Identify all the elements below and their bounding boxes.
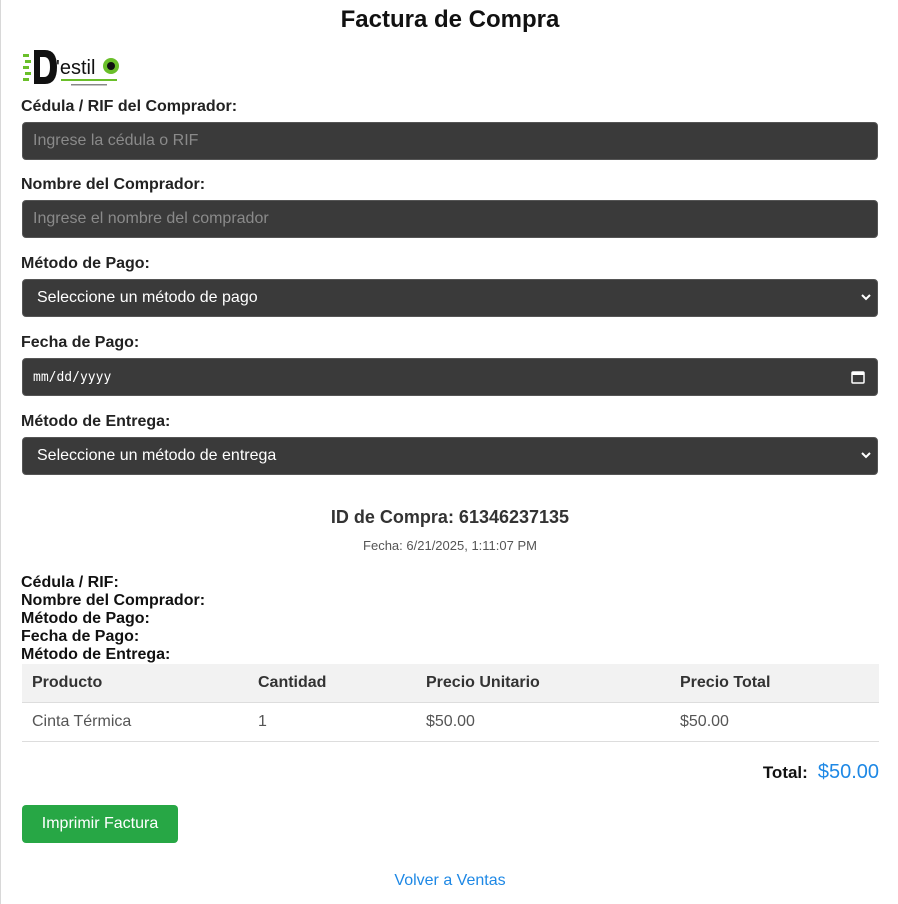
cedula-label: Cédula / RIF del Comprador:: [21, 98, 238, 115]
table-header-row: Producto Cantidad Precio Unitario Precio…: [22, 664, 879, 703]
metodo-pago-label: Método de Pago:: [21, 255, 150, 272]
summary-fecha-pago: Fecha de Pago:: [21, 628, 140, 645]
summary-metodo-entrega: Método de Entrega:: [21, 646, 171, 663]
print-invoice-button[interactable]: Imprimir Factura: [22, 805, 178, 843]
table-row: Cinta Térmica 1 $50.00 $50.00: [22, 702, 879, 742]
nombre-placeholder: Ingrese el nombre del comprador: [33, 210, 269, 227]
products-table: Producto Cantidad Precio Unitario Precio…: [22, 664, 879, 742]
purchase-date: Fecha: 6/21/2025, 1:11:07 PM: [363, 538, 537, 553]
fecha-pago-input[interactable]: mm/dd/yyyy: [22, 358, 878, 396]
cedula-placeholder: Ingrese la cédula o RIF: [33, 132, 199, 149]
chevron-down-icon: [861, 294, 871, 301]
col-header-precio-total: Precio Total: [670, 664, 879, 703]
total-row: Total: $50.00: [763, 761, 879, 784]
calendar-icon[interactable]: [851, 370, 865, 384]
summary-metodo-pago: Método de Pago:: [21, 610, 150, 627]
logo-graphic: 'estil: [23, 50, 119, 86]
cell-precio-total: $50.00: [670, 702, 879, 742]
cell-cantidad: 1: [248, 702, 416, 742]
svg-text:'estil: 'estil: [56, 57, 95, 79]
metodo-pago-select[interactable]: Seleccione un método de pago: [22, 279, 878, 317]
col-header-producto: Producto: [22, 664, 248, 703]
purchase-id: ID de Compra: 61346237135: [330, 507, 570, 527]
fecha-pago-label: Fecha de Pago:: [21, 334, 140, 351]
nombre-label: Nombre del Comprador:: [21, 176, 206, 193]
metodo-entrega-selected: Seleccione un método de entrega: [37, 447, 277, 464]
metodo-entrega-select[interactable]: Seleccione un método de entrega: [22, 437, 878, 475]
nombre-input[interactable]: Ingrese el nombre del comprador: [22, 200, 878, 238]
cell-producto: Cinta Térmica: [22, 702, 248, 742]
summary-cedula: Cédula / RIF:: [21, 574, 119, 591]
metodo-entrega-label: Método de Entrega:: [21, 413, 171, 430]
col-header-cantidad: Cantidad: [248, 664, 416, 703]
col-header-precio-unitario: Precio Unitario: [416, 664, 670, 703]
destilo-logo: 'estil: [23, 44, 123, 94]
metodo-pago-selected: Seleccione un método de pago: [37, 289, 258, 306]
total-value: $50.00: [817, 761, 879, 783]
total-label: Total:: [762, 763, 808, 782]
cedula-input[interactable]: Ingrese la cédula o RIF: [22, 122, 878, 160]
chevron-down-icon: [861, 452, 871, 459]
cell-precio-unitario: $50.00: [416, 702, 670, 742]
summary-nombre: Nombre del Comprador:: [21, 592, 206, 609]
back-to-sales-link[interactable]: Volver a Ventas: [21, 872, 879, 890]
fecha-pago-value: mm/dd/yyyy: [33, 369, 112, 385]
page-title: Factura de Compra: [340, 6, 560, 33]
